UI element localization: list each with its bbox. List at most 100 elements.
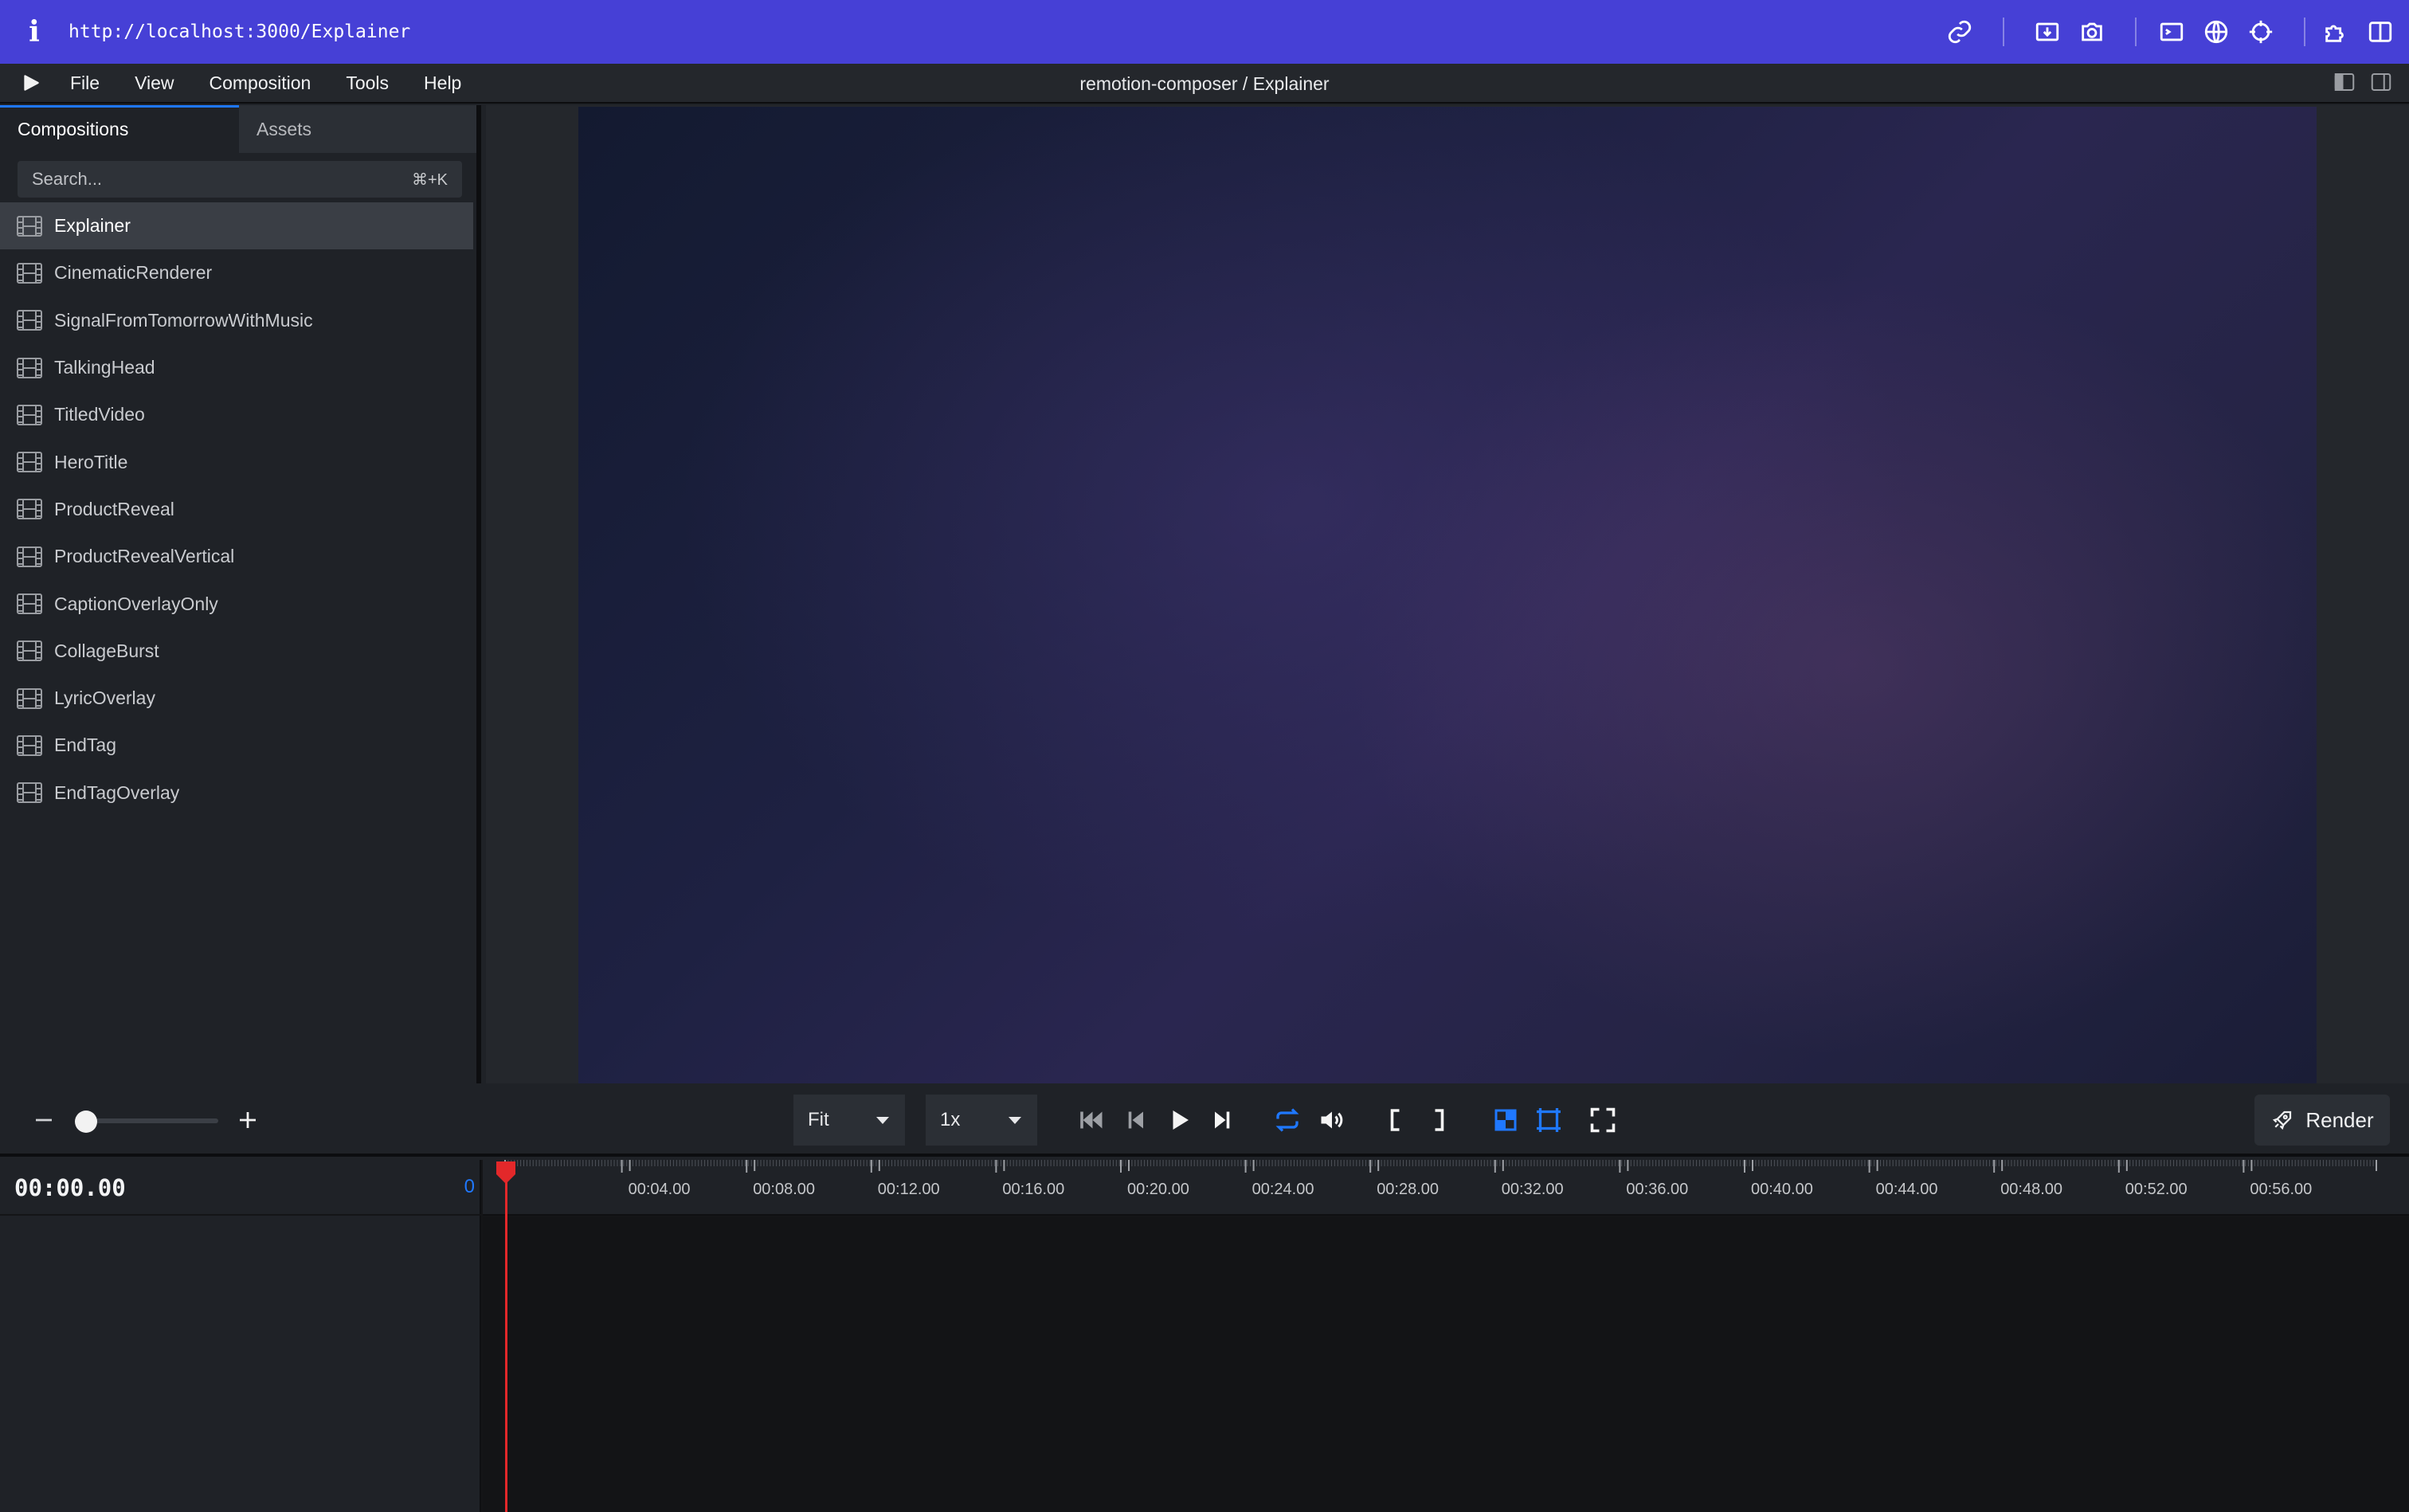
search-shortcut: ⌘+K [411,170,448,189]
fullscreen-icon[interactable] [1587,1104,1619,1136]
menu-view[interactable]: View [117,72,191,94]
loop-icon[interactable] [1271,1104,1303,1136]
film-icon [17,262,42,284]
timeline-track-list: 00:00.00 0 [0,1160,481,1512]
camera-icon[interactable] [2078,18,2106,46]
composition-label: CaptionOverlayOnly [54,593,218,614]
composition-label: SignalFromTomorrowWithMusic [54,309,313,331]
film-icon [17,215,42,237]
film-icon [17,782,42,804]
composition-search[interactable]: ⌘+K [18,161,462,198]
film-icon [17,734,42,756]
composition-label: CollageBurst [54,640,159,661]
composition-item[interactable]: TitledVideo [0,391,476,438]
composition-item[interactable]: HeroTitle [0,438,476,485]
playback-speed-select[interactable]: 1x [926,1095,1037,1146]
film-icon [17,310,42,331]
in-point-icon[interactable] [1380,1104,1412,1136]
zoom-out-icon[interactable] [32,1106,56,1134]
composition-label: EndTagOverlay [54,781,180,803]
jump-to-start-icon[interactable] [1075,1104,1107,1136]
composition-item[interactable]: CollageBurst [0,628,476,675]
playhead[interactable] [505,1171,507,1512]
download-icon[interactable] [2033,18,2062,46]
composition-label: LyricOverlay [54,687,155,709]
rocket-icon [2273,1110,2292,1130]
terminal-icon[interactable] [2157,18,2186,46]
playhead-handle[interactable] [494,1160,518,1185]
size-select[interactable]: Fit [793,1095,905,1146]
film-icon [17,593,42,615]
step-forward-icon[interactable] [1206,1104,1238,1136]
composition-item[interactable]: SignalFromTomorrowWithMusic [0,297,476,344]
ruler-tick-label: 00:52.00 [2125,1181,2188,1198]
right-panel-toggle-icon[interactable] [2369,70,2393,94]
ruler-tick-label: 00:04.00 [628,1181,691,1198]
crosshair-icon[interactable] [2246,18,2275,46]
play-icon[interactable] [1163,1104,1195,1136]
menu-composition[interactable]: Composition [192,72,329,94]
timeline-zoom-slider[interactable] [76,1118,218,1123]
compositions-sidebar: Compositions Assets ⌘+K Explainer Cinemat… [0,105,481,1083]
menu-help[interactable]: Help [406,72,479,94]
left-panel-toggle-icon[interactable] [2333,70,2356,94]
composition-item[interactable]: ProductReveal [0,486,476,533]
address-url[interactable]: http://localhost:3000/Explainer [69,22,410,42]
ruler-tick-label: 00:20.00 [1127,1181,1189,1198]
composition-item[interactable]: Explainer [0,202,473,250]
ruler-tick-label: 00:16.00 [1002,1181,1065,1198]
puzzle-icon[interactable] [2321,18,2350,46]
preview-area [486,105,2409,1083]
film-icon [17,499,42,520]
zoom-in-icon[interactable] [236,1106,260,1134]
render-button[interactable]: Render [2254,1095,2390,1146]
layout-toggles [2333,70,2393,94]
film-icon [17,404,42,425]
ruler-tick-label: 00:12.00 [877,1181,940,1198]
render-label: Render [2305,1107,2374,1132]
browser-toolbar [1945,0,2409,64]
chevron-down-icon [1009,1117,1021,1124]
ruler-tick-label: 00:32.00 [1501,1181,1564,1198]
tab-assets[interactable]: Assets [239,105,476,153]
checkerboard-icon[interactable] [1490,1104,1522,1136]
zoom-slider-thumb[interactable] [75,1110,97,1133]
composition-item[interactable]: CinematicRenderer [0,249,476,296]
safe-area-icon[interactable] [1533,1104,1565,1136]
tab-compositions[interactable]: Compositions [0,105,239,153]
sidebar-toggle-icon[interactable] [2366,18,2395,46]
composition-item[interactable]: TalkingHead [0,344,476,391]
playback-controls: Fit 1x Render [0,1083,2409,1157]
composition-item[interactable]: CaptionOverlayOnly [0,580,476,627]
composition-label: Explainer [54,215,131,237]
film-icon [17,452,42,473]
out-point-icon[interactable] [1423,1104,1455,1136]
timeline-ruler[interactable]: 00:04.00 00:08.00 00:12.00 00:16.00 00:20.00… [483,1160,2409,1216]
composition-item[interactable]: EndTag [0,722,476,769]
menu-tools[interactable]: Tools [328,72,406,94]
video-preview-canvas[interactable] [578,107,2317,1083]
globe-icon[interactable] [2202,18,2231,46]
film-icon [17,546,42,567]
composition-item[interactable]: ProductRevealVertical [0,533,476,580]
composition-label: EndTag [54,734,117,756]
menu-file[interactable]: File [53,72,117,94]
timeline: 00:00.00 0 00:04.00 00:08.00 00:12.00 00:16… [0,1160,2409,1512]
current-timecode: 00:00.00 [14,1174,126,1201]
speed-select-value: 1x [940,1109,961,1130]
composition-item[interactable]: EndTagOverlay [0,770,476,817]
current-frame: 0 [464,1176,475,1197]
timeline-tracks[interactable] [483,1217,2409,1512]
composition-item[interactable]: LyricOverlay [0,675,476,722]
toolbar-divider [2304,18,2305,46]
link-icon[interactable] [1945,18,1974,46]
volume-icon[interactable] [1316,1104,1348,1136]
site-info-icon[interactable]: i [0,15,69,49]
ruler-tick-label: 00:08.00 [753,1181,816,1198]
ruler-tick-label: 00:28.00 [1377,1181,1440,1198]
film-icon [17,357,42,378]
search-input[interactable] [32,169,366,190]
remotion-logo-icon[interactable] [21,71,53,95]
step-back-icon[interactable] [1120,1104,1152,1136]
chevron-down-icon [876,1117,889,1124]
